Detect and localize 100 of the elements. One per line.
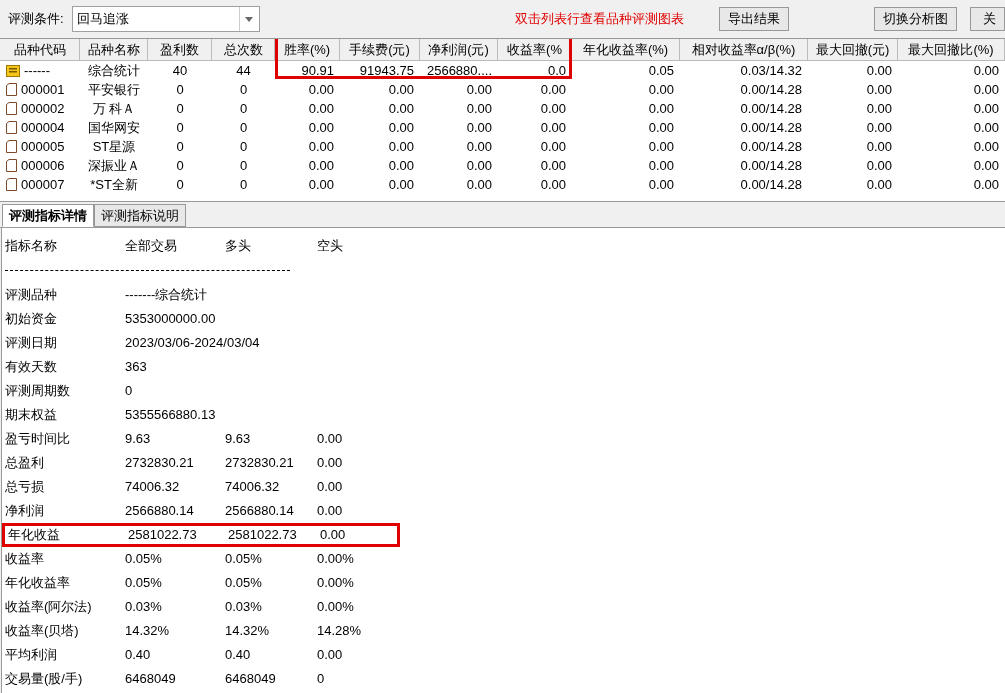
table-cell-text: ST星源 <box>91 137 137 156</box>
column-header[interactable]: 胜率(%) <box>275 39 340 60</box>
document-icon <box>6 121 17 134</box>
table-cell: 000001 <box>0 79 80 100</box>
detail-value: 评测品种 <box>5 287 57 303</box>
column-header[interactable]: 品种代码 <box>0 39 80 60</box>
detail-value: 74006.32 <box>225 479 280 495</box>
detail-value: 0.00 <box>317 431 343 447</box>
table-cell-text: 0.00 <box>865 137 893 156</box>
detail-value: 0.00 <box>320 527 346 543</box>
table-cell: 000004 <box>0 117 80 138</box>
table-cell-text: 0.00 <box>465 80 493 99</box>
table-cell-text: 0.00 <box>972 118 1000 137</box>
column-header[interactable]: 最大回撤比(%) <box>898 39 1005 60</box>
detail-value: 年化收益 <box>8 527 60 543</box>
table-cell-text: 0.00 <box>307 175 335 194</box>
table-cell-text: 0 <box>238 137 249 156</box>
table-cell-text: 0.00 <box>307 99 335 118</box>
table-cell-text: 44 <box>235 61 252 80</box>
column-header[interactable]: 最大回撤(元) <box>808 39 898 60</box>
table-cell-text: 0.00 <box>647 118 675 137</box>
detail-value: 0.05% <box>125 575 162 591</box>
table-cell-text: 0.00 <box>865 156 893 175</box>
table-cell-text: 0.00/14.28 <box>739 137 803 156</box>
tab[interactable]: 评测指标详情 <box>2 204 94 227</box>
detail-value: 盈亏时间比 <box>5 431 70 447</box>
detail-value: 期末权益 <box>5 407 57 423</box>
table-cell-text: 0.00 <box>865 99 893 118</box>
table-cell-text: 0.00 <box>465 175 493 194</box>
detail-value: 0 <box>317 671 325 687</box>
table-cell-text: 0.00 <box>465 137 493 156</box>
table-cell-text: 平安银行 <box>87 80 141 99</box>
table-cell-text: 0.0 <box>546 61 567 80</box>
table-cell-text: 0.00 <box>539 80 567 99</box>
table-cell-text: 0.00 <box>539 99 567 118</box>
detail-value: 评测周期数 <box>5 383 70 399</box>
table-cell: 000002 <box>0 98 80 119</box>
table-cell-text: 0 <box>238 80 249 99</box>
table-cell-text: 0.00 <box>647 99 675 118</box>
column-header[interactable]: 净利润(元) <box>420 39 498 60</box>
table-cell-text: 0.00 <box>647 80 675 99</box>
table-cell-text: 0.00 <box>972 156 1000 175</box>
table-cell-text: 0.00 <box>972 61 1000 80</box>
table-cell-text: 0.00 <box>465 118 493 137</box>
table-cell-text: 0.00 <box>865 118 893 137</box>
detail-value: 14.28% <box>317 623 362 639</box>
detail-value: 9.63 <box>225 431 251 447</box>
table-cell-text: *ST全新 <box>89 175 139 194</box>
table-cell-text: 0.00 <box>647 175 675 194</box>
detail-value: 0.03% <box>125 599 162 615</box>
table-cell-text: 0.00/14.28 <box>739 175 803 194</box>
table-cell-text: 0.00 <box>647 156 675 175</box>
table-cell-text: 0.00 <box>307 156 335 175</box>
detail-value: 交易量(股/手) <box>5 671 83 687</box>
column-heading: 指标名称 <box>5 238 57 254</box>
column-header[interactable]: 总次数 <box>212 39 275 60</box>
detail-value: 总盈利 <box>5 455 44 471</box>
table-cell-text: 0.00 <box>972 80 1000 99</box>
condition-dropdown[interactable]: 回马追涨 <box>71 6 260 32</box>
detail-value: 5355566880.13 <box>125 407 216 423</box>
detail-value: 2581022.73 <box>228 527 297 543</box>
column-header[interactable]: 相对收益率α/β(%) <box>680 39 808 60</box>
detail-value: -------综合统计 <box>125 287 208 303</box>
hint-text: 双击列表行查看品种评测图表 <box>514 10 684 29</box>
detail-value: 0.40 <box>125 647 151 663</box>
detail-value: 2732830.21 <box>125 455 194 471</box>
table-cell-text: 0.05 <box>647 61 675 80</box>
tab[interactable]: 评测指标说明 <box>94 204 186 227</box>
switch-chart-button[interactable]: 切换分析图 <box>873 7 957 31</box>
table-cell-text: 0 <box>238 175 249 194</box>
detail-value: 6468049 <box>125 671 176 687</box>
table-cell-text: 0 <box>175 175 185 194</box>
column-header[interactable]: 品种名称 <box>80 39 148 60</box>
column-header[interactable]: 手续费(元) <box>340 39 420 60</box>
table-cell-text: 0.00/14.28 <box>739 99 803 118</box>
close-button[interactable]: 关 <box>969 7 1005 31</box>
table-cell-text: 0.00 <box>465 99 493 118</box>
table-cell-text: 0.00 <box>387 80 415 99</box>
detail-value: 有效天数 <box>5 359 57 375</box>
detail-value: 评测日期 <box>5 335 57 351</box>
table-cell-text: 0.00 <box>307 118 335 137</box>
table-cell: 000007 <box>0 174 80 195</box>
table-cell-text: 万 科Ａ <box>91 99 137 118</box>
detail-value: 总亏损 <box>5 479 44 495</box>
table-cell-text: 0.00 <box>539 118 567 137</box>
table-cell-text: 0 <box>175 80 185 99</box>
column-header[interactable]: 盈利数 <box>148 39 212 60</box>
table-cell: 000006 <box>0 155 80 176</box>
column-header[interactable]: 收益率(% <box>498 39 572 60</box>
table-cell-text: 0.00 <box>387 175 415 194</box>
column-header[interactable]: 年化收益率(%) <box>572 39 680 60</box>
table-cell-text: 0 <box>175 156 185 175</box>
export-button[interactable]: 导出结果 <box>718 7 789 31</box>
detail-value: 0.00 <box>317 455 343 471</box>
detail-value: 0.00% <box>317 575 354 591</box>
table-cell-text: 0.00 <box>972 99 1000 118</box>
document-icon <box>6 178 17 191</box>
detail-value: 2023/03/06-2024/03/04 <box>125 335 260 351</box>
detail-value: 6468049 <box>225 671 276 687</box>
document-icon <box>6 159 17 172</box>
